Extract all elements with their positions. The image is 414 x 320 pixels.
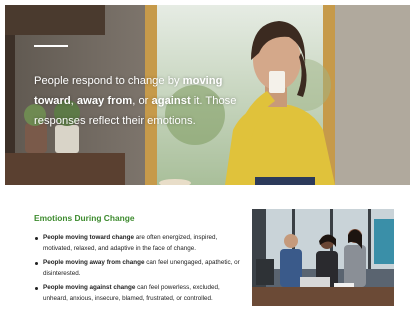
section-title: Emotions During Change — [34, 213, 135, 223]
hero-statement: People respond to change by moving towar… — [34, 75, 237, 128]
emotions-list: People moving toward change are often en… — [34, 233, 240, 308]
list-item: People moving toward change are often en… — [34, 233, 240, 254]
office-team-photo — [252, 209, 394, 306]
hero-accent-line — [34, 45, 68, 47]
list-item: People moving against change can feel po… — [34, 283, 240, 304]
list-item: People moving away from change can feel … — [34, 258, 240, 279]
hero-banner: People respond to change by moving towar… — [5, 5, 410, 185]
